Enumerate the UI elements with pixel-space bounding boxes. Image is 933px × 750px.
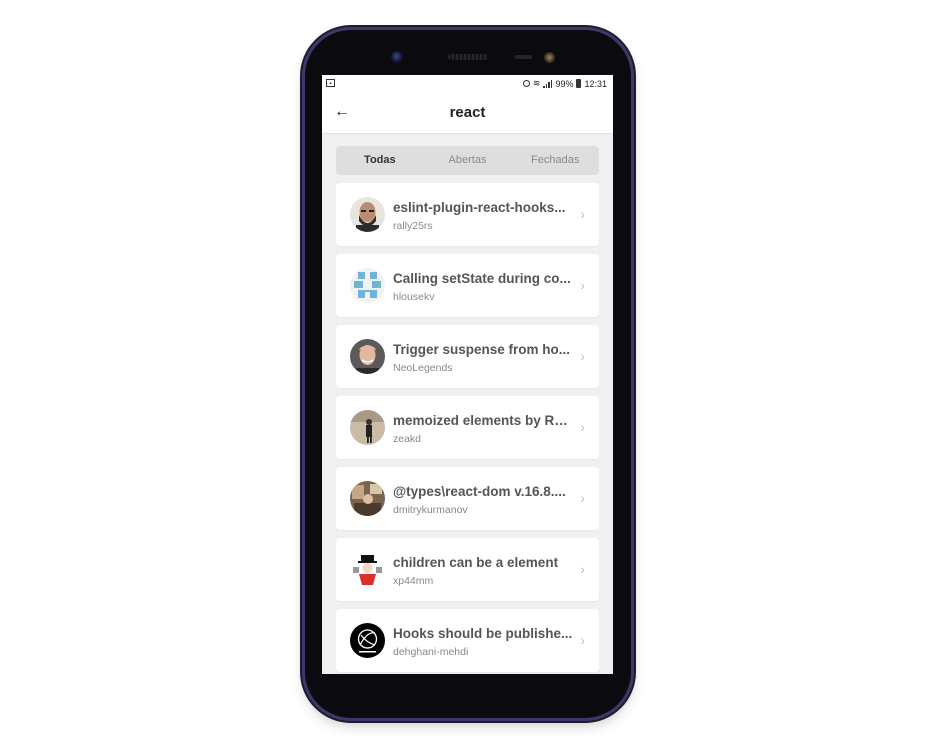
issue-card[interactable]: memoized elements by Re... zeakd › [336,396,599,459]
issue-author: rally25rs [393,220,433,232]
tab-todas[interactable]: Todas [336,146,424,175]
page-title: react [449,104,486,121]
issue-author: dehghani-mehdi [393,646,469,658]
chevron-right-icon: › [580,490,585,506]
issue-card[interactable]: @types\react-dom v.16.8.... dmitrykurman… [336,467,599,530]
issues-content: Todas Abertas Fechadas eslint-plugin-rea… [322,134,613,674]
issue-title: Calling setState during co... [393,271,571,286]
chevron-right-icon: › [580,632,585,648]
issue-author: hlousekv [393,291,435,303]
chevron-right-icon: › [580,561,585,577]
avatar [350,552,385,587]
issue-author: dmitrykurmanov [393,504,468,516]
tab-abertas[interactable]: Abertas [424,146,512,175]
avatar [350,339,385,374]
alarm-icon [522,80,530,87]
avatar [350,410,385,445]
chevron-right-icon: › [580,419,585,435]
front-camera [391,51,403,63]
app-bar: ← react [322,93,613,134]
status-icons: ≋ 99% 12:31 [522,78,607,89]
avatar [350,481,385,516]
issue-title: Hooks should be publishe... [393,626,573,641]
issue-card[interactable]: Hooks should be publishe... dehghani-meh… [336,609,599,672]
avatar [350,197,385,232]
battery-percent: 99% [555,78,574,89]
issue-author: xp44mm [393,575,434,587]
issue-title: @types\react-dom v.16.8.... [393,484,566,499]
chevron-right-icon: › [580,206,585,222]
tab-fechadas[interactable]: Fechadas [511,146,599,175]
issue-title: Trigger suspense from ho... [393,342,571,357]
clock: 12:31 [584,78,607,89]
issue-card[interactable]: eslint-plugin-react-hooks... rally25rs › [336,183,599,246]
issue-list: eslint-plugin-react-hooks... rally25rs › [336,183,599,674]
issue-title: memoized elements by Re... [393,413,573,428]
proximity-sensor [515,55,532,59]
issue-title: eslint-plugin-react-hooks... [393,200,566,215]
phone-bottom-bezel [322,674,613,684]
issue-card[interactable]: children can be a element xp44mm › [336,538,599,601]
issue-title: children can be a element [393,555,559,570]
filter-tabs: Todas Abertas Fechadas [336,146,599,175]
earpiece-speaker [448,54,488,60]
signal-icon [543,79,553,88]
issue-card[interactable]: Trigger suspense from ho... NeoLegends › [336,325,599,388]
avatar [350,268,385,303]
issue-card[interactable]: Calling setState during co... hlousekv › [336,254,599,317]
issue-author: zeakd [393,433,422,445]
phone-screen: ▪ ≋ 99% 12:31 ← react Todas Abertas Fech… [322,75,613,674]
light-sensor [544,52,555,63]
avatar [350,623,385,658]
status-bar: ▪ ≋ 99% 12:31 [322,75,613,93]
chevron-right-icon: › [580,277,585,293]
chevron-right-icon: › [580,348,585,364]
wifi-icon: ≋ [532,78,541,88]
issue-author: NeoLegends [393,362,453,374]
battery-icon [576,79,582,88]
notification-icon: ▪ [326,79,335,87]
